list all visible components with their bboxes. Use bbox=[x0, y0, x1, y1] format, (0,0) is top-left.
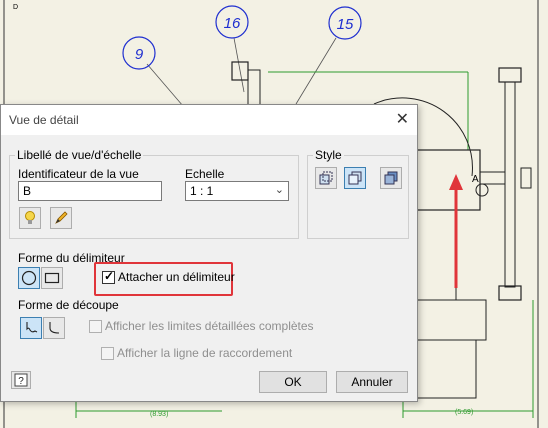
ok-button[interactable]: OK bbox=[259, 371, 327, 393]
help-button[interactable]: ? bbox=[11, 371, 31, 389]
smooth-cutout-icon bbox=[49, 322, 60, 334]
detail-view-dialog: Vue de détail ✕ Libellé de vue/d'échelle… bbox=[0, 104, 418, 402]
svg-text:9: 9 bbox=[135, 46, 144, 63]
svg-text:?: ? bbox=[18, 376, 24, 387]
dimension-left: (8.93) bbox=[150, 411, 168, 418]
svg-text:16: 16 bbox=[224, 15, 241, 32]
style-group-title: Style bbox=[313, 148, 344, 162]
fence-circular-button[interactable] bbox=[18, 267, 40, 289]
rectangle-shape-icon bbox=[44, 272, 60, 284]
svg-text:15: 15 bbox=[337, 16, 354, 33]
dialog-title: Vue de détail bbox=[9, 113, 79, 127]
help-icon: ? bbox=[14, 373, 28, 387]
attach-fence-label: Attacher un délimiteur bbox=[118, 270, 235, 284]
cutout-jagged-button[interactable] bbox=[20, 317, 42, 339]
full-boundary-label: Afficher les limites détaillées complète… bbox=[105, 319, 314, 333]
label-scale-group-title: Libellé de vue/d'échelle bbox=[15, 148, 144, 162]
close-icon[interactable]: ✕ bbox=[396, 109, 409, 129]
connection-line-label: Afficher la ligne de raccordement bbox=[117, 346, 293, 360]
cutout-shape-title: Forme de découpe bbox=[18, 298, 119, 312]
chevron-down-icon: ⌄ bbox=[274, 184, 284, 196]
full-boundary-checkbox[interactable] bbox=[89, 320, 102, 333]
attach-fence-checkbox[interactable]: ✓ bbox=[102, 269, 115, 284]
scale-value: 1 : 1 bbox=[190, 184, 214, 198]
identifier-input[interactable]: B bbox=[18, 181, 162, 201]
style-hidden-lines-button[interactable] bbox=[315, 167, 337, 189]
fence-rectangular-button[interactable] bbox=[41, 267, 63, 289]
scale-label: Echelle bbox=[185, 167, 225, 181]
checkmark-icon: ✓ bbox=[104, 269, 115, 283]
title-bar: Vue de détail ✕ bbox=[1, 105, 417, 135]
pencil-icon bbox=[55, 211, 68, 224]
cube-shaded-icon bbox=[384, 171, 398, 185]
connection-line-checkbox[interactable] bbox=[101, 347, 114, 360]
corner-label: D bbox=[13, 4, 18, 11]
scale-select[interactable]: 1 : 1 ⌄ bbox=[185, 181, 289, 201]
circle-shape-icon bbox=[21, 270, 37, 286]
toggle-label-visibility-button[interactable] bbox=[19, 207, 41, 229]
dimension-right: (5.69) bbox=[455, 409, 473, 416]
identifier-label: Identificateur de la vue bbox=[18, 167, 139, 181]
edit-label-button[interactable] bbox=[50, 207, 72, 229]
jagged-cutout-icon bbox=[26, 322, 38, 333]
cutout-smooth-button[interactable] bbox=[43, 317, 65, 339]
style-hidden-lines-removed-button[interactable] bbox=[344, 167, 366, 189]
detail-label: A bbox=[472, 174, 479, 185]
cube-hidden-icon bbox=[319, 171, 333, 185]
lightbulb-icon bbox=[25, 211, 35, 224]
cancel-button[interactable]: Annuler bbox=[336, 371, 408, 393]
style-shaded-button[interactable] bbox=[380, 167, 402, 189]
cube-visible-icon bbox=[348, 171, 362, 185]
